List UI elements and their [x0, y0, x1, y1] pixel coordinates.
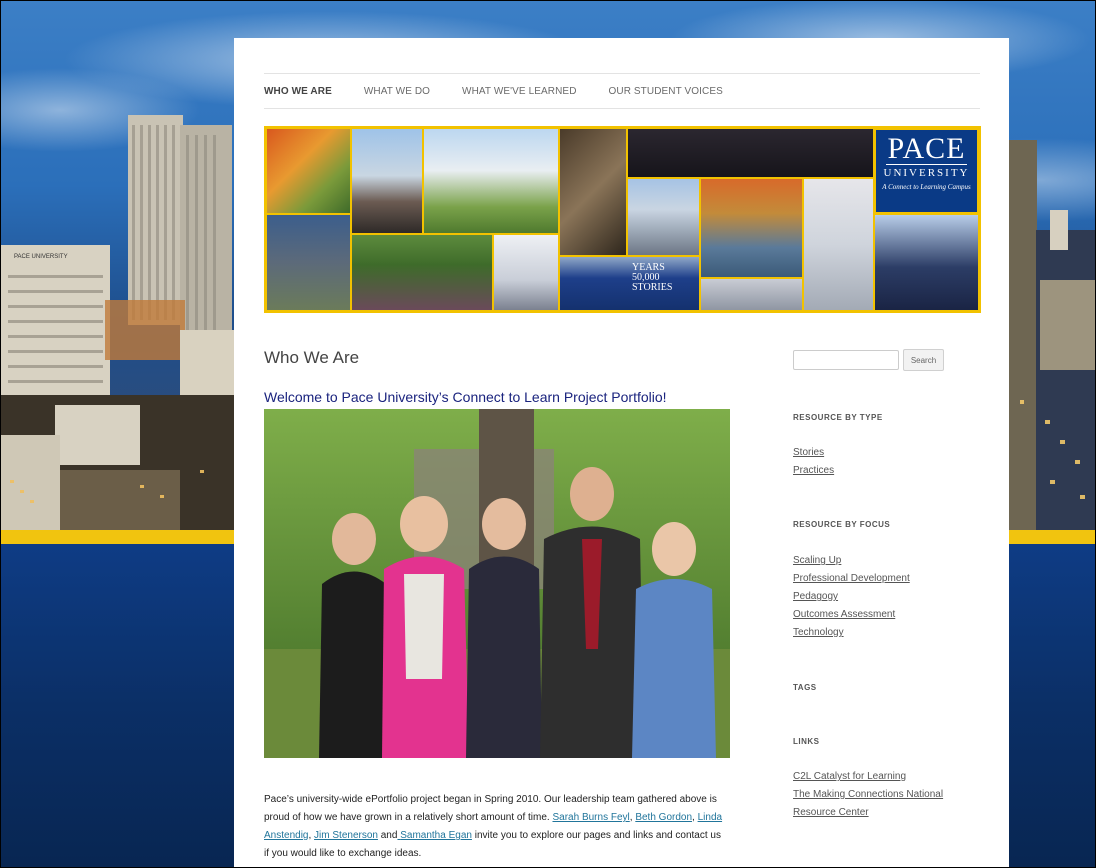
nav-who-we-are[interactable]: WHO WE ARE [264, 86, 332, 97]
banner-photo-lab [803, 178, 874, 311]
banner-photo-team-huddle [874, 214, 979, 311]
building-sign: PACE UNIVERSITY [14, 254, 68, 260]
banner-photo-building [266, 214, 351, 311]
banner-photo-campus-house [423, 128, 559, 234]
nav-what-we-do[interactable]: WHAT WE DO [364, 86, 430, 97]
resource-focus-list: Scaling Up Professional Development Peda… [793, 552, 910, 642]
banner-photo-bridge-students [351, 128, 423, 234]
banner-photo-lab-bench [700, 278, 803, 311]
link-stories[interactable]: Stories [793, 447, 824, 458]
bus-text: YEARS 50,000 STORIES [632, 262, 673, 293]
banner-photo-city-skyline [627, 178, 700, 256]
link-pedagogy[interactable]: Pedagogy [793, 591, 838, 602]
page-title: Who We Are [264, 348, 360, 367]
intro-paragraph: Pace’s university-wide ePortfolio projec… [264, 794, 723, 859]
nav-what-weve-learned[interactable]: WHAT WE'VE LEARNED [462, 86, 576, 97]
banner-photo-autumn [266, 128, 351, 214]
person-link-beth-gordon[interactable]: Beth Gordon [635, 812, 692, 823]
leadership-team-photo [264, 409, 730, 758]
widget-title-resource-by-focus: RESOURCE BY FOCUS [793, 520, 891, 529]
nav-our-student-voices[interactable]: OUR STUDENT VOICES [609, 86, 723, 97]
banner-photo-researchers [493, 234, 559, 311]
resource-type-list: Stories Practices [793, 444, 834, 480]
banner-photo-group [351, 234, 493, 311]
search-input[interactable] [793, 350, 899, 370]
link-scaling-up[interactable]: Scaling Up [793, 555, 841, 566]
widget-title-resource-by-type: RESOURCE BY TYPE [793, 413, 883, 422]
lit-building [105, 300, 185, 360]
link-technology[interactable]: Technology [793, 627, 844, 638]
content-card: WHO WE ARE WHAT WE DO WHAT WE'VE LEARNED… [234, 38, 1009, 868]
banner-photo-graduation [627, 128, 874, 178]
person-link-samantha-egan[interactable]: Samantha Egan [397, 830, 472, 841]
banner-photo-interior [559, 128, 627, 256]
banner-photo-student-rowing [700, 178, 803, 278]
header-banner-collage: YEARS 50,000 STORIES PACE UNIVERSITY A C… [264, 126, 981, 313]
widget-title-links: LINKS [793, 737, 820, 746]
right-tower [1009, 140, 1037, 530]
main-navigation: WHO WE ARE WHAT WE DO WHAT WE'VE LEARNED… [264, 73, 980, 109]
widget-title-tags: TAGS [793, 683, 817, 692]
welcome-heading: Welcome to Pace University’s Connect to … [264, 389, 667, 405]
link-outcomes-assessment[interactable]: Outcomes Assessment [793, 609, 895, 620]
main-content: Who We Are Welcome to Pace University’s … [264, 338, 734, 859]
person-link-sarah-burns-feyl[interactable]: Sarah Burns Feyl [552, 812, 629, 823]
search-form: Search [793, 349, 963, 371]
sidebar: Search RESOURCE BY TYPE Stories Practice… [793, 349, 963, 818]
person-link-jim-stenerson[interactable]: Jim Stenerson [314, 830, 378, 841]
link-c2l-catalyst[interactable]: C2L Catalyst for Learning [793, 771, 906, 782]
links-list: C2L Catalyst for Learning The Making Con… [793, 768, 958, 822]
search-button[interactable]: Search [903, 349, 944, 371]
link-professional-development[interactable]: Professional Development [793, 573, 910, 584]
link-practices[interactable]: Practices [793, 465, 834, 476]
pace-university-logo: PACE UNIVERSITY A Connect to Learning Ca… [874, 128, 979, 214]
link-making-connections[interactable]: The Making Connections National Resource… [793, 789, 943, 818]
banner-photo-bus: YEARS 50,000 STORIES [559, 256, 700, 311]
